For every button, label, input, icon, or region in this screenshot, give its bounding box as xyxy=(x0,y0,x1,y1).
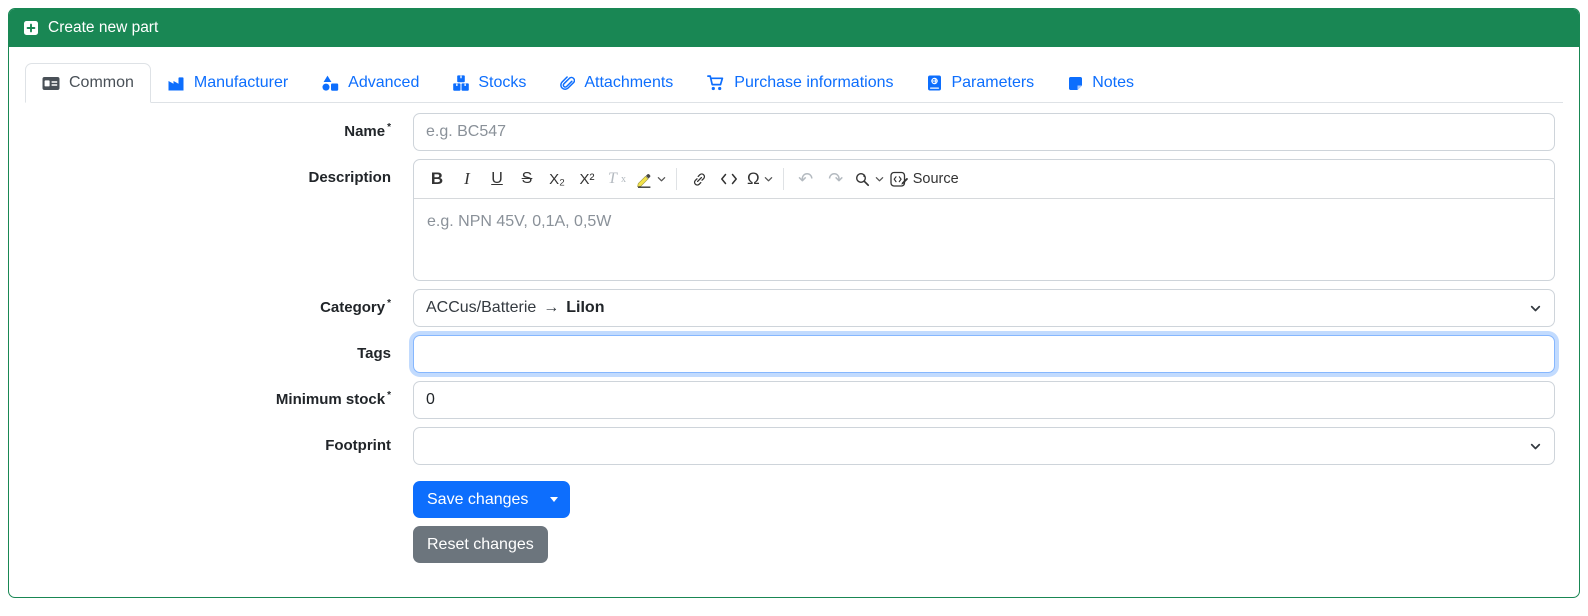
part-form: Name* Description B I U S X₂ xyxy=(25,113,1563,563)
save-button-group: Save changes xyxy=(413,481,571,518)
page: Create new part Common Manufacturer Adva… xyxy=(0,0,1588,616)
tab-notes[interactable]: Notes xyxy=(1051,63,1151,103)
create-part-card: Create new part Common Manufacturer Adva… xyxy=(8,8,1580,598)
tab-label: Common xyxy=(69,74,134,91)
category-selected: LiIon xyxy=(566,299,605,316)
plus-square-icon xyxy=(24,21,38,35)
category-select[interactable]: ACCus/Batterie → LiIon xyxy=(413,289,1555,327)
toolbar-separator xyxy=(782,168,784,190)
category-row: Category * ACCus/Batterie → LiIon xyxy=(25,289,1563,327)
source-icon xyxy=(890,171,908,187)
tab-label: Notes xyxy=(1092,74,1134,91)
footprint-row: Footprint xyxy=(25,427,1563,465)
tab-stocks[interactable]: Stocks xyxy=(436,63,543,103)
required-marker: * xyxy=(387,122,391,133)
save-dropdown-toggle[interactable] xyxy=(542,481,571,518)
minimum-stock-input[interactable] xyxy=(413,381,1555,419)
chevron-down-icon xyxy=(1530,305,1541,312)
find-replace-icon xyxy=(855,172,869,186)
chevron-down-icon xyxy=(1530,443,1541,450)
form-actions: Save changes Reset changes xyxy=(413,481,1563,563)
factory-icon xyxy=(168,76,184,90)
page-title: Create new part xyxy=(48,19,159,36)
name-row: Name * xyxy=(25,113,1563,151)
tab-attachments[interactable]: Attachments xyxy=(543,63,690,103)
source-button-label: Source xyxy=(912,171,959,187)
category-arrow: → xyxy=(543,299,560,316)
redo-button[interactable]: ↷ xyxy=(821,164,851,194)
underline-button[interactable]: U xyxy=(482,164,512,194)
tab-bar: Common Manufacturer Advanced Stocks Atta… xyxy=(25,63,1563,103)
category-label: Category * xyxy=(320,298,391,316)
tab-advanced[interactable]: Advanced xyxy=(305,63,436,103)
card-header: Create new part xyxy=(9,9,1579,47)
remove-format-button[interactable]: Tx xyxy=(602,164,632,194)
find-replace-button[interactable] xyxy=(851,164,887,194)
strikethrough-button[interactable]: S xyxy=(512,164,542,194)
rich-text-editor: B I U S X₂ X² Tx Ω ↶ ↷ Source e.g. NPN 4… xyxy=(413,159,1555,281)
name-label: Name * xyxy=(344,122,391,140)
reset-button[interactable]: Reset changes xyxy=(413,526,548,563)
footprint-label: Footprint xyxy=(325,437,391,454)
chevron-down-icon xyxy=(875,176,883,181)
link-button[interactable] xyxy=(684,164,714,194)
name-input[interactable] xyxy=(413,113,1555,151)
tab-label: Parameters xyxy=(951,74,1035,91)
toolbar-separator xyxy=(676,168,677,190)
tab-manufacturer[interactable]: Manufacturer xyxy=(151,63,305,103)
tab-label: Attachments xyxy=(584,74,674,91)
undo-button[interactable]: ↶ xyxy=(791,164,821,194)
sticky-note-icon xyxy=(1069,76,1083,90)
tags-label: Tags xyxy=(357,345,391,362)
save-button[interactable]: Save changes xyxy=(413,481,543,518)
description-label: Description xyxy=(308,169,391,186)
source-button[interactable]: Source xyxy=(887,164,962,194)
minimum-stock-label: Minimum stock * xyxy=(275,390,391,408)
paperclip-icon xyxy=(560,76,576,90)
marker-icon xyxy=(637,173,651,188)
tags-input[interactable] xyxy=(413,335,1555,373)
tab-label: Purchase informations xyxy=(734,74,894,91)
cart-icon xyxy=(707,75,724,91)
boxes-icon xyxy=(453,75,470,91)
chevron-down-icon xyxy=(657,176,666,181)
tab-parameters[interactable]: Parameters xyxy=(910,63,1051,103)
description-editable[interactable]: e.g. NPN 45V, 0,1A, 0,5W xyxy=(414,199,1554,280)
required-marker: * xyxy=(387,390,391,401)
code-button[interactable] xyxy=(714,164,744,194)
chevron-down-icon xyxy=(764,176,772,181)
required-marker: * xyxy=(387,298,391,309)
id-card-icon xyxy=(42,76,60,90)
bold-button[interactable]: B xyxy=(422,164,452,194)
caret-down-icon xyxy=(550,497,559,502)
tab-purchase-informations[interactable]: Purchase informations xyxy=(690,63,910,103)
link-icon xyxy=(693,172,705,186)
minimum-stock-row: Minimum stock * xyxy=(25,381,1563,419)
special-characters-button[interactable]: Ω xyxy=(744,164,776,194)
editor-toolbar: B I U S X₂ X² Tx Ω ↶ ↷ Source xyxy=(414,160,1554,199)
code-icon xyxy=(721,173,737,185)
superscript-button[interactable]: X² xyxy=(572,164,602,194)
tab-label: Stocks xyxy=(478,74,527,91)
category-path: ACCus/Batterie xyxy=(426,299,537,316)
shapes-icon xyxy=(322,75,339,91)
italic-button[interactable]: I xyxy=(452,164,482,194)
highlight-button[interactable] xyxy=(632,164,669,194)
footprint-select[interactable] xyxy=(413,427,1555,465)
tags-row: Tags xyxy=(25,335,1563,373)
tab-label: Manufacturer xyxy=(193,74,289,91)
tab-common[interactable]: Common xyxy=(25,63,151,103)
description-row: Description B I U S X₂ X² Tx Ω ↶ ↷ Sourc… xyxy=(25,159,1563,281)
subscript-button[interactable]: X₂ xyxy=(542,164,572,194)
tab-label: Advanced xyxy=(348,74,420,91)
book-atlas-icon xyxy=(928,75,942,91)
